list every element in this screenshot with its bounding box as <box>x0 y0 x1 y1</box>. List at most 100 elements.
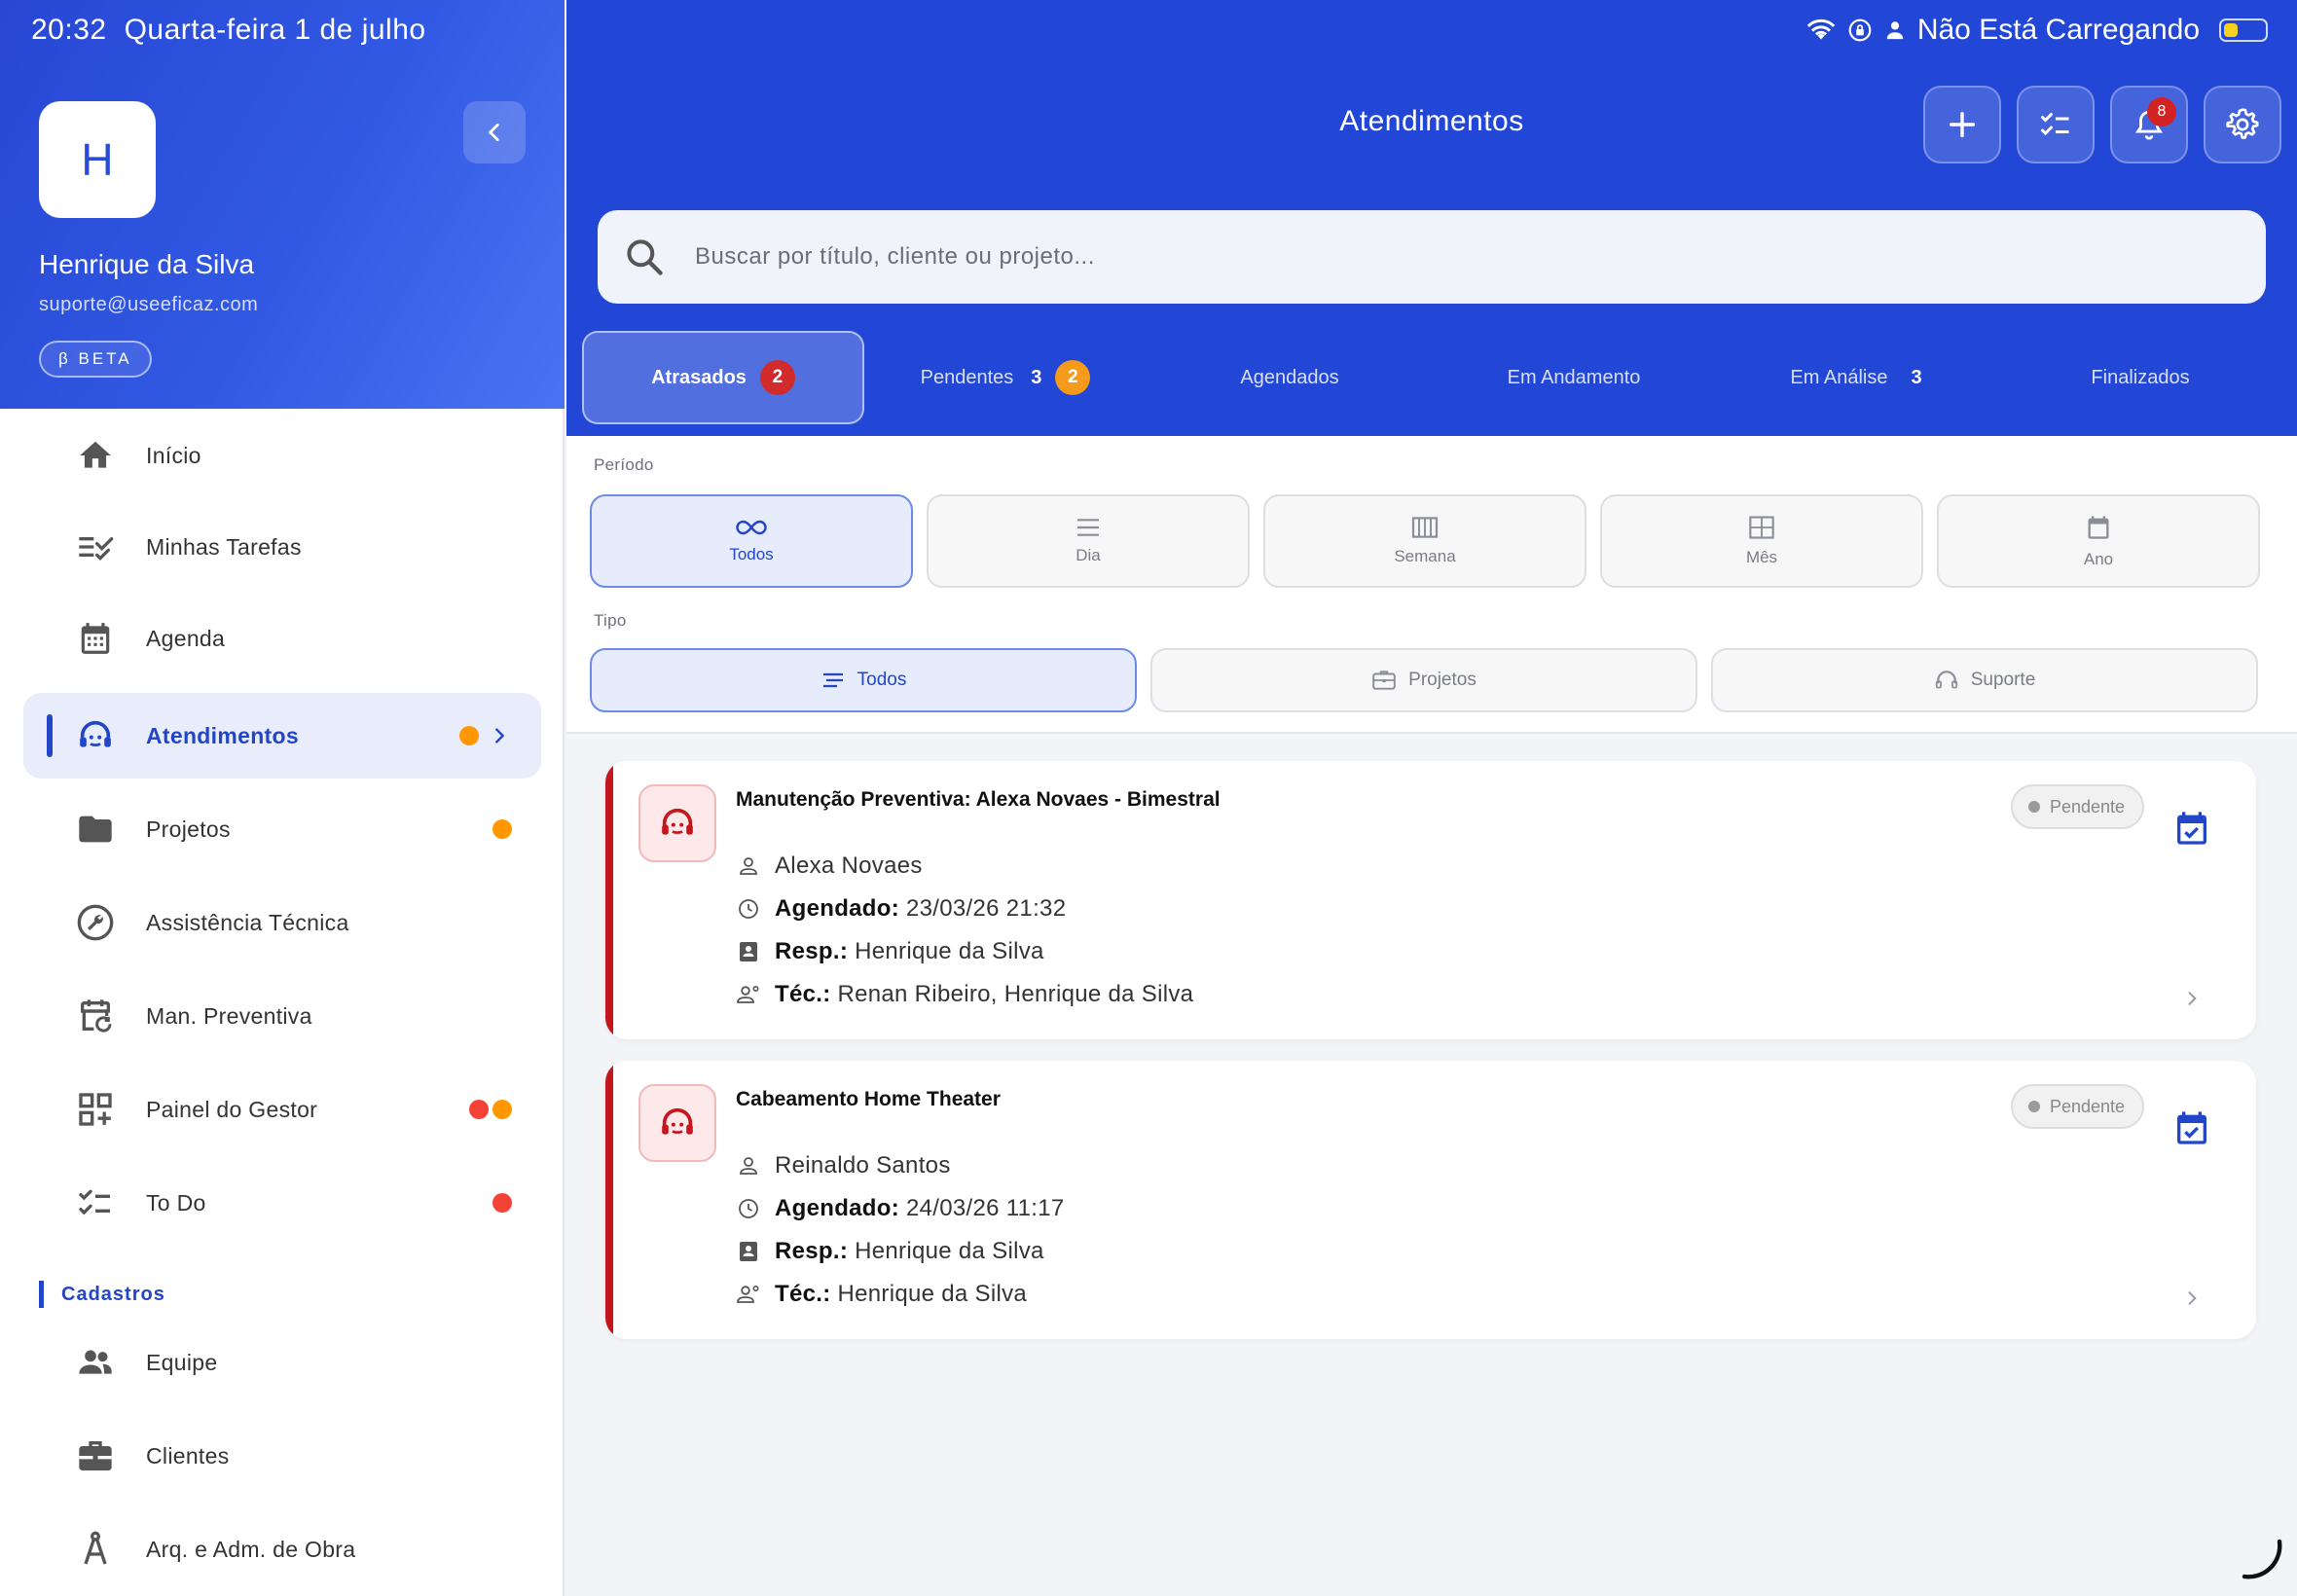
checklist-icon <box>76 1183 115 1222</box>
active-indicator <box>47 714 53 757</box>
collapse-sidebar-button[interactable] <box>463 101 526 163</box>
card-client: Reinaldo Santos <box>775 1152 951 1179</box>
plus-icon <box>1949 111 1976 138</box>
card-tec: Henrique da Silva <box>837 1281 1028 1307</box>
sidebar-item-man-preventiva[interactable]: Man. Preventiva <box>23 973 541 1059</box>
calendar-check-icon[interactable] <box>2172 1107 2211 1148</box>
sidebar-item-label: Clientes <box>146 1442 230 1469</box>
avatar[interactable]: H <box>39 101 156 218</box>
period-todos-button[interactable]: Todos <box>590 494 913 588</box>
sidebar-item-label: Assistência Técnica <box>146 909 349 935</box>
loading-spinner-icon <box>2242 1539 2282 1579</box>
chevron-right-icon[interactable] <box>2182 987 2202 1010</box>
list-lines-icon <box>822 672 843 688</box>
notifications-button[interactable]: 8 <box>2110 86 2188 163</box>
sidebar-item-assistencia-tecnica[interactable]: Assistência Técnica <box>23 880 541 965</box>
support-type-icon <box>638 784 716 862</box>
sidebar-header: 20:32 Quarta-feira 1 de julho H Henrique … <box>0 0 565 409</box>
sidebar-item-painel-do-gestor[interactable]: Painel do Gestor <box>23 1067 541 1152</box>
tab-agendados[interactable]: Agendados <box>1148 331 1431 424</box>
period-semana-button[interactable]: Semana <box>1263 494 1586 588</box>
settings-button[interactable] <box>2204 86 2281 163</box>
sidebar-item-agenda[interactable]: Agenda <box>23 596 541 681</box>
card-resp-label: Resp.: <box>775 938 849 964</box>
period-ano-button[interactable]: Ano <box>1937 494 2260 588</box>
status-label: Pendente <box>2050 1096 2126 1116</box>
sidebar-item-minhas-tarefas[interactable]: Minhas Tarefas <box>23 504 541 590</box>
sidebar-item-clientes[interactable]: Clientes <box>23 1413 541 1499</box>
tab-label: Finalizados <box>2091 366 2190 388</box>
calendar-check-icon[interactable] <box>2172 808 2211 849</box>
app-root: 20:32 Quarta-feira 1 de julho H Henrique … <box>0 0 2297 1596</box>
period-dia-button[interactable]: Dia <box>927 494 1250 588</box>
gear-icon <box>2226 108 2259 139</box>
card-tec-label: Téc.: <box>775 981 831 1007</box>
person-outline-icon <box>736 853 761 879</box>
notification-count-badge: 8 <box>2147 97 2176 127</box>
people-icon <box>76 1343 115 1382</box>
atendimento-card[interactable]: Manutenção Preventiva: Alexa Novaes - Bi… <box>605 761 2256 1039</box>
headset-icon <box>1935 671 1957 689</box>
sidebar-item-projetos[interactable]: Projetos <box>23 786 541 872</box>
card-scheduled-label: Agendado: <box>775 895 900 922</box>
calendar-icon <box>76 619 115 658</box>
sidebar-item-label: Agenda <box>146 625 226 651</box>
card-scheduled-label: Agendado: <box>775 1195 900 1221</box>
tab-em-andamento[interactable]: Em Andamento <box>1433 331 1715 424</box>
briefcase-icon <box>76 1436 115 1475</box>
period-mes-button[interactable]: Mês <box>1600 494 1923 588</box>
checklist-button[interactable] <box>2017 86 2095 163</box>
sidebar-item-label: Painel do Gestor <box>146 1096 318 1122</box>
sidebar: 20:32 Quarta-feira 1 de julho H Henrique … <box>0 0 565 1596</box>
tasks-check-icon <box>76 527 115 566</box>
card-scheduled-row: Agendado: 24/03/26 11:17 <box>736 1195 1065 1222</box>
red-indicator-dot <box>469 1100 489 1119</box>
card-tec-label: Téc.: <box>775 1281 831 1307</box>
sidebar-item-equipe[interactable]: Equipe <box>23 1320 541 1405</box>
card-client-row: Reinaldo Santos <box>736 1152 951 1179</box>
search-input[interactable] <box>695 210 2233 304</box>
type-option-label: Suporte <box>1970 670 2036 690</box>
period-option-label: Semana <box>1394 547 1456 565</box>
orange-indicator-dot <box>492 819 512 839</box>
red-indicator-dot <box>492 1193 512 1213</box>
type-todos-button[interactable]: Todos <box>590 648 1137 712</box>
status-date: Quarta-feira 1 de julho <box>124 14 426 46</box>
type-suporte-button[interactable]: Suporte <box>1711 648 2258 712</box>
headset-icon <box>76 716 115 755</box>
tab-atrasados[interactable]: Atrasados 2 <box>582 331 864 424</box>
tab-em-analise[interactable]: Em Análise 3 <box>1715 331 1997 424</box>
tab-pendentes[interactable]: Pendentes 3 2 <box>864 331 1147 424</box>
user-email: suporte@useeficaz.com <box>39 294 259 315</box>
contact-card-icon <box>736 1239 761 1264</box>
home-icon <box>76 436 115 475</box>
headset-icon <box>662 808 693 835</box>
sidebar-item-arq-adm-obra[interactable]: Arq. e Adm. de Obra <box>23 1506 541 1592</box>
period-option-label: Mês <box>1745 548 1778 566</box>
type-projetos-button[interactable]: Projetos <box>1150 648 1697 712</box>
sidebar-item-atendimentos[interactable]: Atendimentos <box>23 693 541 779</box>
chevron-right-icon[interactable] <box>2182 1287 2202 1310</box>
sidebar-item-to-do[interactable]: To Do <box>23 1160 541 1246</box>
sidebar-item-label: Projetos <box>146 816 231 842</box>
tab-finalizados[interactable]: Finalizados <box>1999 331 2281 424</box>
overdue-stripe <box>605 1061 613 1339</box>
atendimento-card[interactable]: Cabeamento Home Theater Pendente Reinald… <box>605 1061 2256 1339</box>
card-title: Manutenção Preventiva: Alexa Novaes - Bi… <box>736 788 1221 811</box>
sidebar-item-label: Atendimentos <box>146 722 299 748</box>
status-badge: Pendente <box>2011 784 2145 829</box>
search-icon <box>627 239 663 275</box>
tab-label: Em Andamento <box>1507 366 1641 388</box>
tab-label: Agendados <box>1240 366 1339 388</box>
beta-badge: β BETA <box>39 341 152 378</box>
filters-panel: Período Todos Dia Semana Mês Ano Tipo To… <box>566 436 2297 734</box>
status-bar-left: 20:32 Quarta-feira 1 de julho <box>31 14 426 47</box>
card-tec-row: Téc.: Renan Ribeiro, Henrique da Silva <box>736 981 1193 1008</box>
compass-icon <box>76 1530 115 1569</box>
add-button[interactable] <box>1923 86 2001 163</box>
card-resp: Henrique da Silva <box>855 1238 1044 1264</box>
contact-card-icon <box>736 939 761 964</box>
card-resp: Henrique da Silva <box>855 938 1044 964</box>
card-scheduled: 23/03/26 21:32 <box>906 895 1067 922</box>
sidebar-item-inicio[interactable]: Início <box>23 413 541 498</box>
